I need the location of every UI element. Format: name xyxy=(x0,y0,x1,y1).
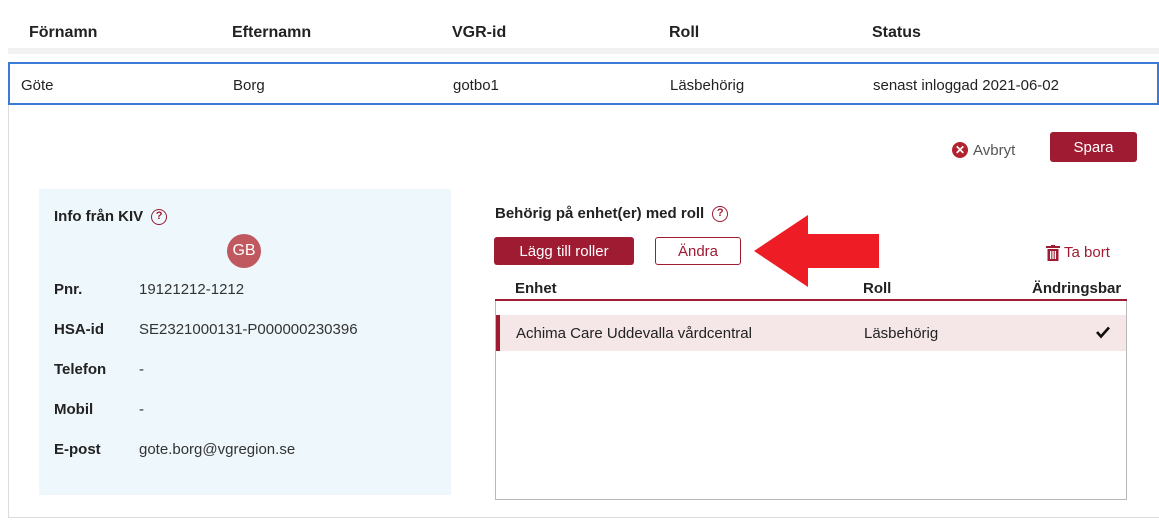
roles-title: Behörig på enhet(er) med roll ? xyxy=(495,205,729,222)
roles-table: Achima Care Uddevalla vårdcentral Läsbeh… xyxy=(495,301,1127,500)
kiv-value: SE2321000131-P000000230396 xyxy=(139,321,358,338)
roles-cell-unit: Achima Care Uddevalla vårdcentral xyxy=(516,325,752,342)
table-row[interactable]: Achima Care Uddevalla vårdcentral Läsbeh… xyxy=(496,315,1126,351)
kiv-value: - xyxy=(139,401,144,418)
header-lastname: Efternamn xyxy=(232,24,312,41)
header-role: Roll xyxy=(669,24,700,41)
roles-cell-role: Läsbehörig xyxy=(864,325,939,342)
cell-status: senast inloggad 2021-06-02 xyxy=(873,77,1059,94)
kiv-title-text: Info från KIV xyxy=(54,208,144,225)
save-button[interactable]: Spara xyxy=(1050,132,1137,162)
cancel-label: Avbryt xyxy=(973,141,1016,159)
kiv-value: 19121212-1212 xyxy=(139,281,245,298)
avatar: GB xyxy=(227,234,261,268)
kiv-label: E-post xyxy=(54,441,101,458)
cell-lastname: Borg xyxy=(233,77,265,94)
roles-col-role: Roll xyxy=(863,280,892,297)
roles-col-editable: Ändringsbar xyxy=(1032,280,1122,297)
cell-vgr-id: gotbo1 xyxy=(453,77,499,94)
roles-col-unit: Enhet xyxy=(515,280,557,297)
kiv-label: Mobil xyxy=(54,401,94,418)
roles-table-header: Enhet Roll Ändringsbar xyxy=(495,276,1127,301)
kiv-info-box: Info från KIV ? GB Pnr. 19121212-1212 HS… xyxy=(39,189,451,495)
close-circle-icon: ✕ xyxy=(952,142,968,158)
header-status: Status xyxy=(872,24,921,41)
header-firstname: Förnamn xyxy=(29,24,98,41)
add-roles-button[interactable]: Lägg till roller xyxy=(494,237,634,265)
check-icon xyxy=(1096,326,1110,339)
remove-button[interactable]: Ta bort xyxy=(1046,244,1110,261)
cancel-button[interactable]: ✕ Avbryt xyxy=(952,140,1015,160)
remove-label: Ta bort xyxy=(1064,244,1110,261)
header-vgr-id: VGR-id xyxy=(452,24,507,41)
kiv-label: HSA-id xyxy=(54,321,104,338)
kiv-label: Pnr. xyxy=(54,281,83,298)
edit-button[interactable]: Ändra xyxy=(655,237,741,265)
user-table-row-selected[interactable]: Göte Borg gotbo1 Läsbehörig senast inlog… xyxy=(8,62,1159,105)
help-circle-icon[interactable]: ? xyxy=(712,205,729,222)
kiv-title: Info från KIV ? xyxy=(54,208,168,225)
cell-firstname: Göte xyxy=(21,77,54,94)
kiv-value: gote.borg@vgregion.se xyxy=(139,441,296,458)
roles-title-text: Behörig på enhet(er) med roll xyxy=(495,205,705,222)
kiv-label: Telefon xyxy=(54,361,107,378)
help-circle-icon[interactable]: ? xyxy=(151,208,168,225)
trash-icon xyxy=(1046,244,1060,261)
cell-role: Läsbehörig xyxy=(670,77,745,94)
kiv-value: - xyxy=(139,361,144,378)
user-table-header: Förnamn Efternamn VGR-id Roll Status xyxy=(8,8,1159,54)
